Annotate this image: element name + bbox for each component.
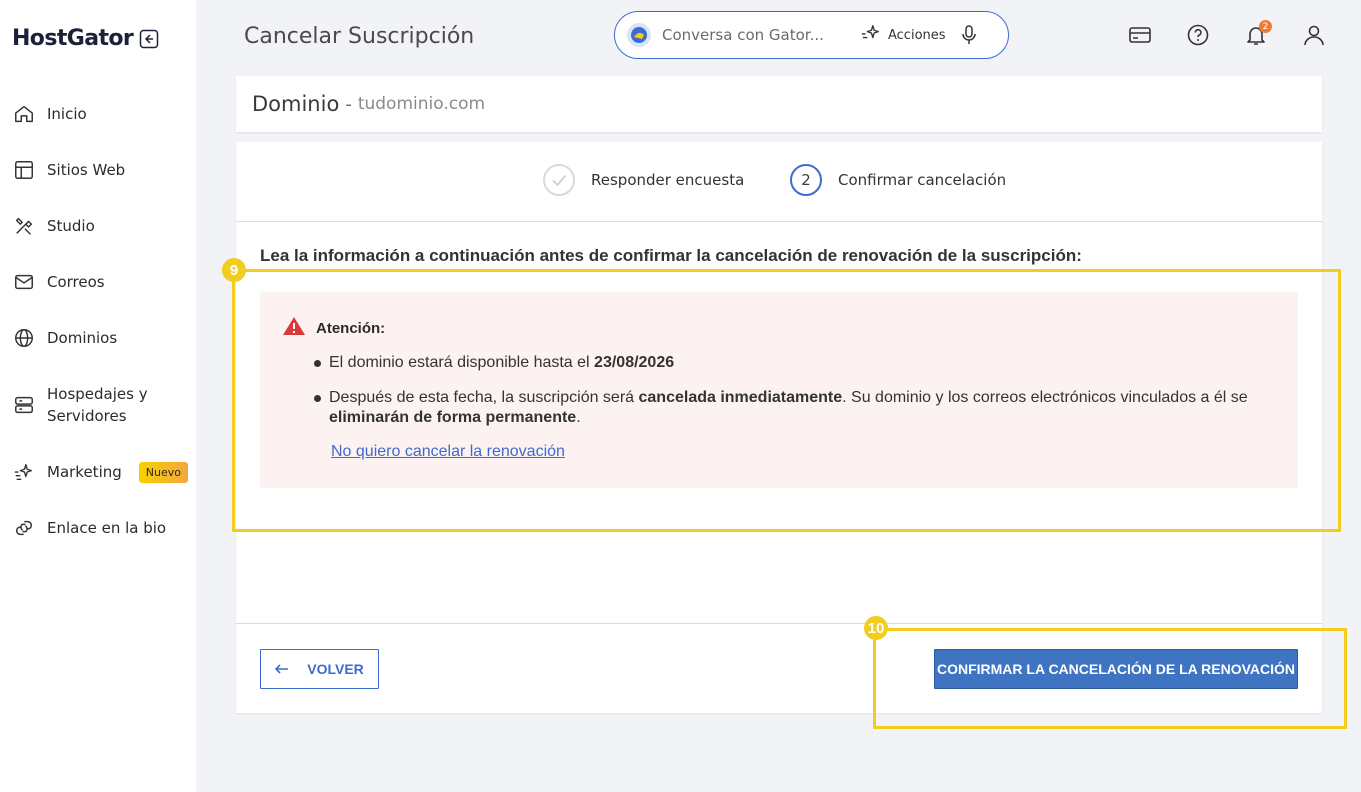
sidebar-item-correos[interactable]: Correos	[0, 254, 196, 310]
footer-divider	[236, 623, 1322, 624]
layout-icon	[12, 158, 36, 182]
sidebar-item-label: Hospedajes y Servidores	[47, 385, 148, 425]
sidebar-item-hospedajes[interactable]: Hospedajes y Servidores	[0, 366, 196, 444]
logo[interactable]: HostGator	[12, 26, 159, 51]
bullet-text-bold: eliminarán de forma permanente	[329, 409, 577, 426]
sparkle-icon	[12, 460, 36, 484]
step-responder-encuesta: Responder encuesta	[543, 164, 744, 196]
globe-icon	[12, 326, 36, 350]
back-button-label: VOLVER	[307, 661, 364, 677]
step-done-check-icon	[543, 164, 575, 196]
step-label: Confirmar cancelación	[838, 171, 1007, 189]
sidebar: HostGator Inicio Sitios Web Studio Corre…	[0, 0, 196, 792]
server-icon	[12, 393, 36, 417]
gator-chat-bar[interactable]: Conversa con Gator... Acciones	[614, 11, 1009, 59]
sidebar-item-label: Correos	[47, 273, 105, 291]
alert-bullet-availability: El dominio estará disponible hasta el 23…	[314, 353, 1274, 373]
sidebar-item-dominios[interactable]: Dominios	[0, 310, 196, 366]
sidebar-item-studio[interactable]: Studio	[0, 198, 196, 254]
sidebar-item-sitios-web[interactable]: Sitios Web	[0, 142, 196, 198]
bullet-text-prefix: El dominio estará disponible hasta el	[329, 354, 595, 371]
availability-date: 23/08/2026	[594, 354, 675, 371]
home-icon	[12, 102, 36, 126]
top-right-icons: 2	[1128, 20, 1326, 48]
intro-text: Lea la información a continuación antes …	[260, 246, 1082, 265]
sidebar-item-label: Inicio	[47, 105, 87, 123]
alert-title: Atención:	[316, 319, 386, 337]
link-icon	[12, 516, 36, 540]
sidebar-item-marketing[interactable]: Marketing Nuevo	[0, 444, 196, 500]
annotation-number-9: 9	[222, 258, 246, 282]
stepper: Responder encuesta 2 Confirmar cancelaci…	[236, 142, 1322, 222]
sidebar-item-label: Marketing	[47, 463, 122, 481]
billing-card-icon[interactable]	[1128, 22, 1152, 48]
actions-button[interactable]: Acciones	[860, 23, 946, 47]
collapse-sidebar-icon[interactable]	[139, 29, 159, 49]
step-number: 2	[790, 164, 822, 196]
bullet-text-part: . Su dominio y los correos electrónicos …	[842, 389, 1248, 406]
gator-avatar-icon	[627, 23, 651, 47]
new-badge: Nuevo	[138, 461, 188, 483]
notifications-bell-icon[interactable]: 2	[1244, 20, 1272, 48]
bullet-text-bold: cancelada inmediatamente	[638, 389, 843, 406]
step-label: Responder encuesta	[591, 171, 745, 189]
chat-input[interactable]: Conversa con Gator...	[662, 26, 844, 44]
bullet-dot	[314, 360, 321, 367]
domain-name: tudominio.com	[357, 94, 486, 114]
sidebar-item-label: Dominios	[47, 329, 118, 347]
bullet-text-part: .	[576, 409, 581, 426]
attention-alert: Atención: El dominio estará disponible h…	[260, 292, 1298, 488]
sidebar-item-enlace-bio[interactable]: Enlace en la bio	[0, 500, 196, 556]
domain-label: Dominio	[252, 92, 340, 116]
domain-separator: -	[345, 93, 352, 115]
sidebar-nav: Inicio Sitios Web Studio Correos Dominio…	[0, 86, 196, 556]
actions-label: Acciones	[888, 27, 946, 43]
annotation-number-10: 10	[864, 616, 888, 640]
mail-icon	[12, 270, 36, 294]
confirm-cancellation-button[interactable]: CONFIRMAR LA CANCELACIÓN DE LA RENOVACIÓ…	[934, 649, 1298, 689]
bullet-dot	[314, 395, 321, 402]
back-button[interactable]: VOLVER	[260, 649, 379, 689]
user-account-icon[interactable]	[1302, 22, 1326, 48]
studio-tools-icon	[12, 214, 36, 238]
step-confirmar-cancelacion: 2 Confirmar cancelación	[790, 164, 1006, 196]
keep-renewal-link[interactable]: No quiero cancelar la renovación	[331, 443, 565, 461]
warning-triangle-icon	[282, 316, 306, 340]
domain-card: Dominio - tudominio.com	[236, 76, 1322, 132]
sidebar-item-label: Enlace en la bio	[47, 519, 167, 537]
help-icon[interactable]	[1186, 22, 1210, 48]
cancellation-card: Responder encuesta 2 Confirmar cancelaci…	[236, 142, 1322, 713]
page-title: Cancelar Suscripción	[244, 24, 475, 49]
alert-bullet-consequence: Después de esta fecha, la suscripción se…	[314, 388, 1274, 428]
sidebar-item-label: Sitios Web	[47, 161, 126, 179]
notification-count-badge: 2	[1259, 20, 1272, 33]
sidebar-item-inicio[interactable]: Inicio	[0, 86, 196, 142]
microphone-icon[interactable]	[960, 25, 978, 45]
brand-name: HostGator	[12, 26, 134, 51]
arrow-left-icon	[275, 661, 289, 677]
sparkle-icon	[860, 23, 882, 47]
bullet-text-part: Después de esta fecha, la suscripción se…	[329, 389, 639, 406]
sidebar-item-label: Studio	[47, 217, 95, 235]
alert-heading: Atención:	[282, 316, 385, 340]
bullet-text: Después de esta fecha, la suscripción se…	[329, 388, 1274, 428]
bullet-text: El dominio estará disponible hasta el 23…	[329, 353, 674, 373]
